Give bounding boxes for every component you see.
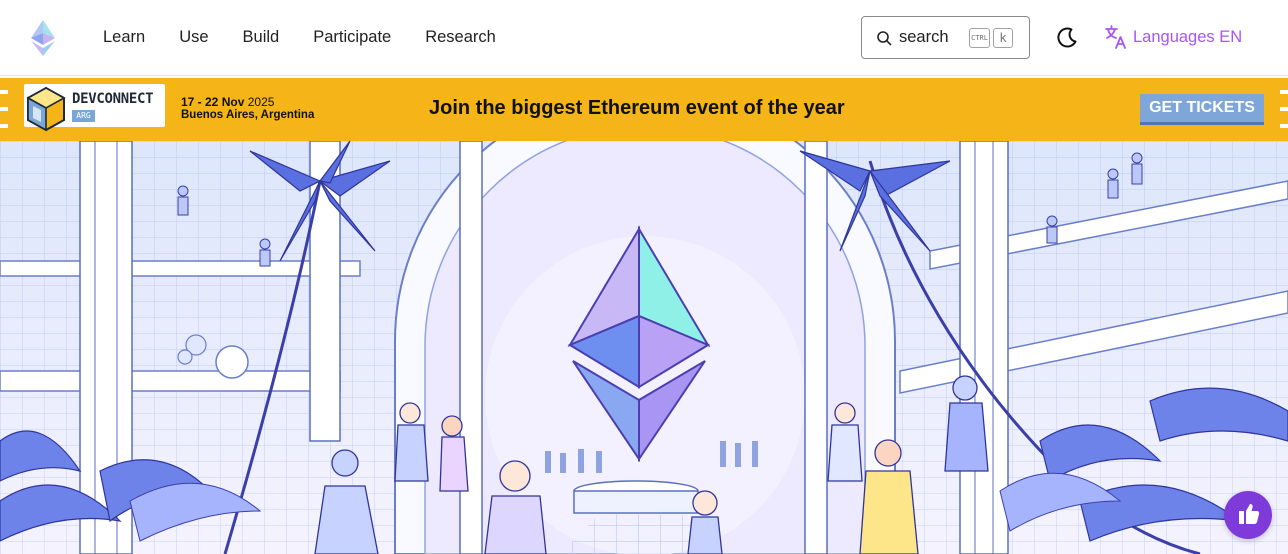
banner-edge-dash bbox=[1280, 107, 1288, 111]
event-date-range: 17 - 22 Nov bbox=[181, 95, 245, 109]
nav-learn[interactable]: Learn bbox=[103, 26, 145, 48]
event-dates: 17 - 22 Nov 2025 bbox=[181, 95, 274, 109]
main-nav: Learn Use Build Participate Research bbox=[103, 26, 530, 48]
get-tickets-button[interactable]: GET TICKETS bbox=[1140, 94, 1264, 125]
top-navigation: Learn Use Build Participate Research sea… bbox=[0, 0, 1288, 76]
devconnect-banner[interactable]: DEVCONNECT ARG 17 - 22 Nov 2025 Buenos A… bbox=[0, 78, 1288, 141]
event-city: Buenos Aires, Argentina bbox=[181, 109, 315, 121]
search-icon bbox=[877, 30, 892, 45]
feedback-button[interactable] bbox=[1224, 491, 1272, 539]
event-year: 2025 bbox=[247, 95, 275, 109]
nav-participate[interactable]: Participate bbox=[313, 26, 391, 48]
banner-edge-dash bbox=[1280, 124, 1288, 128]
feedback-icon bbox=[1239, 504, 1260, 524]
devconnect-logo: DEVCONNECT ARG bbox=[24, 84, 165, 132]
translate-icon bbox=[1105, 25, 1126, 49]
nav-build[interactable]: Build bbox=[243, 26, 280, 48]
shortcut-k-key: k bbox=[993, 28, 1013, 48]
devconnect-wordmark: DEVCONNECT bbox=[72, 91, 154, 107]
banner-edge-dash bbox=[0, 124, 8, 128]
banner-edge-dash bbox=[1280, 90, 1288, 94]
cube-icon bbox=[26, 86, 66, 132]
community-illustration bbox=[0, 141, 1288, 554]
search-label: search bbox=[899, 28, 949, 46]
nav-use[interactable]: Use bbox=[179, 26, 208, 48]
banner-edge-dash bbox=[0, 90, 8, 94]
search-button[interactable]: search CTRL k bbox=[861, 16, 1030, 59]
hero-illustration bbox=[0, 141, 1288, 554]
language-label: Languages EN bbox=[1133, 27, 1243, 46]
nav-research[interactable]: Research bbox=[425, 26, 496, 48]
ethereum-logo-icon[interactable] bbox=[29, 18, 57, 58]
devconnect-location-tag: ARG bbox=[72, 110, 95, 122]
banner-edge-dash bbox=[0, 107, 8, 111]
language-picker[interactable]: Languages EN bbox=[1105, 24, 1242, 50]
banner-headline: Join the biggest Ethereum event of the y… bbox=[429, 97, 845, 119]
shortcut-ctrl-key: CTRL bbox=[969, 28, 990, 48]
moon-icon[interactable] bbox=[1054, 25, 1080, 51]
